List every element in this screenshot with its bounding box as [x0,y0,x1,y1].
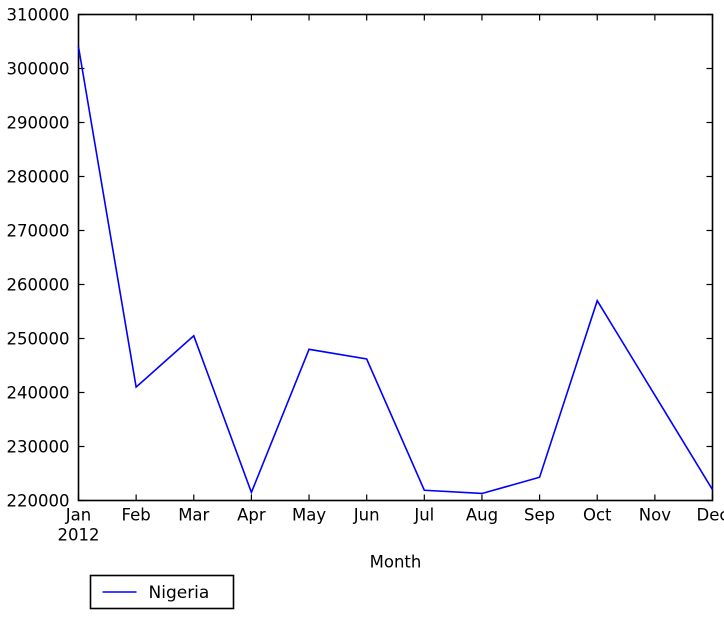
y-tick-label: 300000 [7,60,70,79]
x-tick-label: Mar [178,506,209,525]
y-tick-label: 230000 [7,438,70,457]
y-tick-label: 260000 [7,276,70,295]
x-tick-label: Feb [122,506,151,525]
legend-label-nigeria: Nigeria [149,583,210,603]
x-tick-label: Jul [413,506,434,525]
y-tick-label: 240000 [7,384,70,403]
x-tick-label: Oct [583,506,612,525]
y-tick-label: 270000 [7,222,70,241]
y-tick-label: 290000 [7,114,70,133]
figure-canvas: 220000 230000 240000 250000 260000 270000 2800… [0,0,724,621]
plot-frame [77,13,714,502]
y-tick-label: 250000 [7,330,70,349]
x-tick-label: Dec [697,506,724,525]
series-line-nigeria [77,46,714,495]
x-axis-year-label: 2012 [58,526,100,545]
x-tick-label: May [292,506,326,525]
x-tick-label: Nov [639,506,671,525]
x-tick-label: Jun [353,506,380,525]
y-tick-label: 280000 [7,168,70,187]
x-tick-label: Aug [466,506,498,525]
x-axis-title: Month [370,553,422,572]
line-chart: 220000 230000 240000 250000 260000 270000 2800… [7,6,724,610]
y-tick-label: 220000 [7,492,70,511]
x-tick-label: Jan [65,506,91,525]
x-tick-label: Apr [237,506,266,525]
y-tick-label: 310000 [7,6,70,25]
x-tick-label: Sep [524,506,555,525]
